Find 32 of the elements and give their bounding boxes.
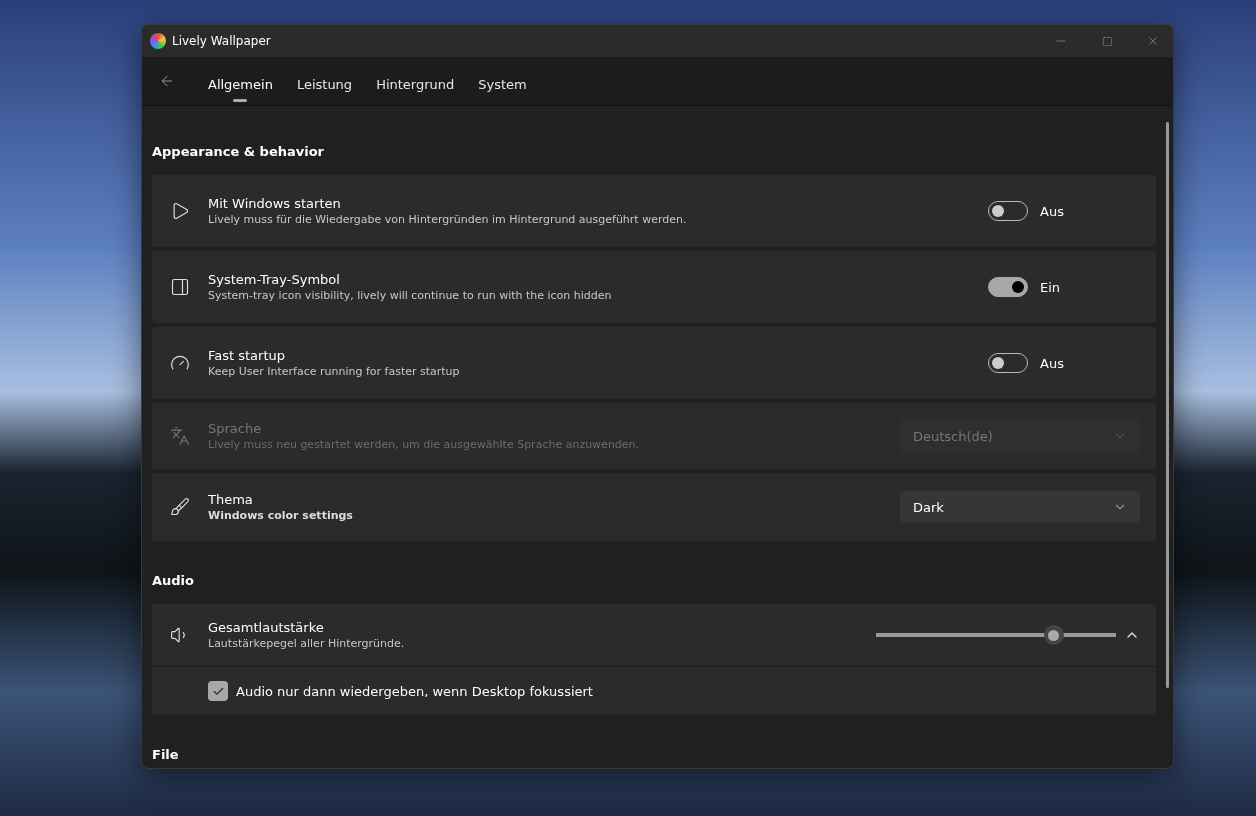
setting-title: Sprache: [208, 421, 263, 436]
nav-tab[interactable]: Hintergrund: [366, 62, 465, 106]
setting-title: System-Tray-Symbol: [208, 272, 341, 287]
checkbox-label: Audio nur dann wiedergeben, wenn Desktop fokussiert: [236, 683, 593, 699]
setting-description: Windows color settings: [208, 509, 354, 522]
setting-description: Keep User Interface running for faster startup: [208, 365, 461, 378]
setting-description: Lautstärkepegel aller Hintergründe.: [208, 637, 406, 650]
scrollbar[interactable]: [1166, 122, 1169, 688]
checkbox[interactable]: [208, 681, 228, 701]
setting-title: Thema: [208, 492, 254, 507]
slider-thumb[interactable]: [1043, 625, 1064, 645]
maximize-icon: [1101, 35, 1113, 47]
setting-title: Mit Windows starten: [208, 196, 342, 211]
setting-title: Fast startup: [208, 348, 287, 363]
setting-title: Gesamtlautstärke: [208, 620, 325, 635]
dropdown[interactable]: Dark: [900, 491, 1140, 523]
setting-description: Lively muss neu gestartet werden, um die ausgewählte Sprache anzuwenden.: [208, 438, 641, 451]
nav-tab[interactable]: System: [468, 62, 537, 106]
toggle-state-label: Aus: [1040, 203, 1065, 219]
toggle-state-label: Aus: [1040, 355, 1065, 371]
toggle-state-label: Ein: [1040, 279, 1062, 295]
nav-tab[interactable]: Leistung: [286, 62, 363, 106]
app-logo-icon: [150, 33, 166, 49]
window-title: Lively Wallpaper: [172, 34, 272, 48]
section-heading: Audio: [152, 573, 195, 588]
section-heading: File: [152, 747, 180, 762]
toggle-switch[interactable]: [988, 277, 1028, 297]
section-heading: Appearance & behavior: [152, 144, 326, 159]
setting-description: System-tray icon visibility, lively will continue to run with the icon hidden: [208, 289, 613, 302]
setting-description: Lively muss für die Wiedergabe von Hintergründen im Hintergrund ausgeführt werden.: [208, 213, 688, 226]
close-icon: [1146, 34, 1160, 48]
nav-tab[interactable]: Allgemein: [198, 62, 283, 106]
